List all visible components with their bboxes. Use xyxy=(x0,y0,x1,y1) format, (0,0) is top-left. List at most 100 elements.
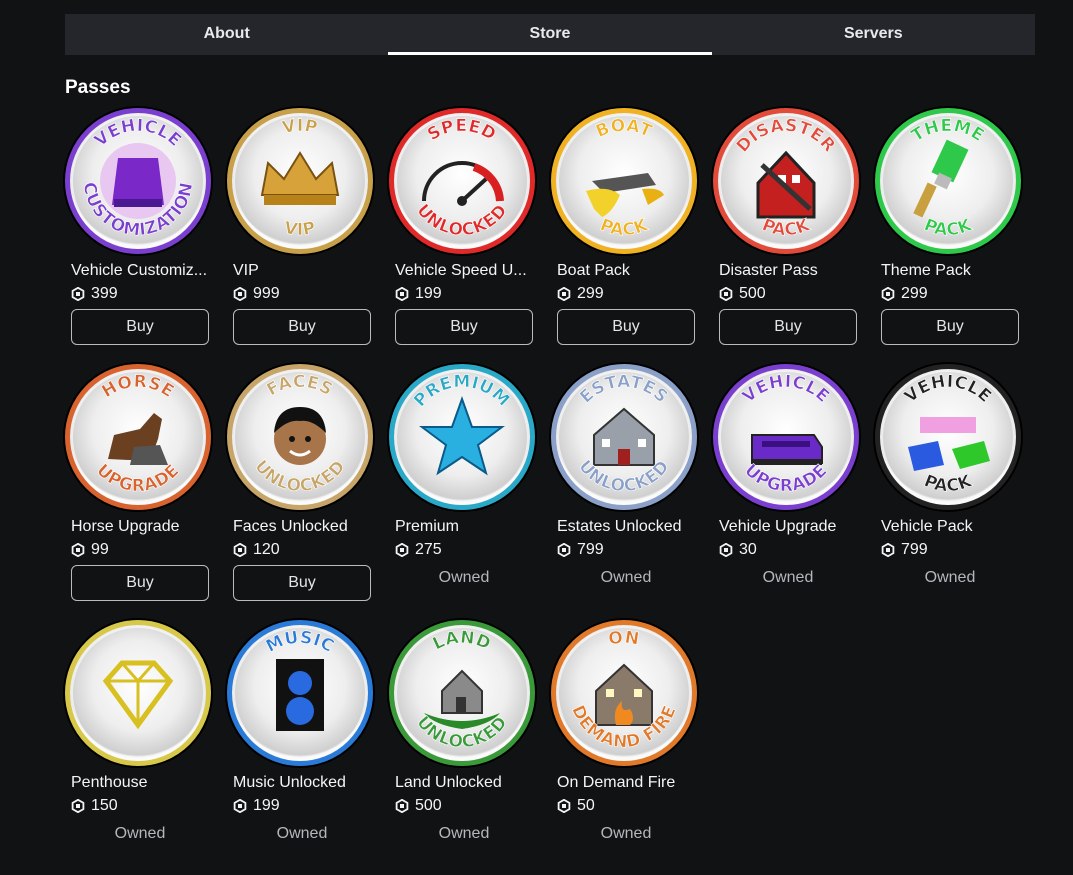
price-row: 399 xyxy=(71,285,118,303)
robux-icon xyxy=(395,543,409,557)
pass-card[interactable]: MUSIC Music Unlocked 199 Owned xyxy=(227,620,377,870)
pass-name[interactable]: Estates Unlocked xyxy=(557,518,695,536)
cars-badge-icon[interactable]: VEHICLE PACK xyxy=(875,364,1021,510)
purple-car-icon: VEHICLE UPGRADE xyxy=(738,371,834,496)
price-row: 500 xyxy=(719,285,766,303)
tab-about[interactable]: About xyxy=(65,14,388,55)
pass-name[interactable]: Penthouse xyxy=(71,774,209,792)
robux-icon xyxy=(233,799,247,813)
price-value: 500 xyxy=(739,285,766,302)
robux-icon xyxy=(233,287,247,301)
price-value: 150 xyxy=(91,797,118,814)
robux-icon xyxy=(395,287,409,301)
badge-bottom-text: PACK xyxy=(759,215,813,240)
pass-card[interactable]: ON DEMAND FIRE On Demand Fire 50 Owned xyxy=(551,620,701,870)
purple-car-badge-icon[interactable]: VEHICLE UPGRADE xyxy=(713,364,859,510)
price-row: 120 xyxy=(233,541,280,559)
tab-servers[interactable]: Servers xyxy=(712,14,1035,55)
purple-cup-badge-icon[interactable]: VEHICLE CUSTOMIZATION xyxy=(65,108,211,254)
face-badge-icon[interactable]: FACES UNLOCKED xyxy=(227,364,373,510)
pass-card[interactable]: LAND UNLOCKED Land Unlocked 500 Owned xyxy=(389,620,539,870)
pass-name[interactable]: Theme Pack xyxy=(881,262,1019,280)
pass-card[interactable]: VIP VIP VIP 999 Buy xyxy=(227,108,377,358)
pass-name[interactable]: Land Unlocked xyxy=(395,774,533,792)
island-house-badge-icon[interactable]: LAND UNLOCKED xyxy=(389,620,535,766)
mansion-badge-icon[interactable]: ESTATES UNLOCKED xyxy=(551,364,697,510)
price-row: 275 xyxy=(395,541,442,559)
buy-button[interactable]: Buy xyxy=(395,309,533,345)
pass-card[interactable]: DISASTER PACK Disaster Pass 500 Buy xyxy=(713,108,863,358)
badge-bottom-text: UNLOCKED xyxy=(412,713,511,753)
pass-card[interactable]: THEME PACK Theme Pack 299 Buy xyxy=(875,108,1025,358)
pass-card[interactable]: SPEED UNLOCKED Vehicle Speed U... 199 Buy xyxy=(389,108,539,358)
broken-house-icon: DISASTER PACK xyxy=(732,115,840,240)
speedometer-icon: SPEED UNLOCKED xyxy=(412,116,512,241)
pass-name[interactable]: On Demand Fire xyxy=(557,774,695,792)
badge-top-text: DISASTER xyxy=(733,116,840,157)
price-row: 299 xyxy=(881,285,928,303)
speaker-icon: MUSIC xyxy=(263,627,338,731)
buy-button[interactable]: Buy xyxy=(71,565,209,601)
owned-label: Owned xyxy=(600,825,652,842)
speaker-badge-icon[interactable]: MUSIC xyxy=(227,620,373,766)
price-value: 799 xyxy=(577,541,604,558)
owned-label: Owned xyxy=(438,825,490,842)
speedometer-badge-icon[interactable]: SPEED UNLOCKED xyxy=(389,108,535,254)
price-value: 50 xyxy=(577,797,595,814)
house-fire-badge-icon[interactable]: ON DEMAND FIRE xyxy=(551,620,697,766)
pass-name[interactable]: Disaster Pass xyxy=(719,262,857,280)
buy-button[interactable]: Buy xyxy=(719,309,857,345)
pass-card[interactable]: VEHICLE UPGRADE Vehicle Upgrade 30 Owned xyxy=(713,364,863,614)
pass-card[interactable]: HORSE UPGRADE Horse Upgrade 99 Buy xyxy=(65,364,215,614)
price-value: 199 xyxy=(253,797,280,814)
robux-icon xyxy=(557,287,571,301)
pass-name[interactable]: Boat Pack xyxy=(557,262,695,280)
buy-button[interactable]: Buy xyxy=(881,309,1019,345)
pass-name[interactable]: Vehicle Customiz... xyxy=(71,262,209,280)
buy-button[interactable]: Buy xyxy=(233,309,371,345)
badge-top-text: VEHICLE xyxy=(739,372,834,407)
price-row: 799 xyxy=(881,541,928,559)
pass-name[interactable]: Horse Upgrade xyxy=(71,518,209,536)
buy-button[interactable]: Buy xyxy=(557,309,695,345)
pass-card[interactable]: Penthouse 150 Owned xyxy=(65,620,215,870)
pass-card[interactable]: VEHICLE CUSTOMIZATION Vehicle Customiz..… xyxy=(65,108,215,358)
house-fire-icon: ON DEMAND FIRE xyxy=(567,627,681,752)
crown-badge-icon[interactable]: VIP VIP xyxy=(227,108,373,254)
pass-name[interactable]: VIP xyxy=(233,262,371,280)
robux-icon xyxy=(71,799,85,813)
diamond-badge-icon[interactable] xyxy=(65,620,211,766)
buy-button[interactable]: Buy xyxy=(233,565,371,601)
boat-badge-icon[interactable]: BOAT PACK xyxy=(551,108,697,254)
owned-label: Owned xyxy=(276,825,328,842)
star-badge-icon[interactable]: PREMIUM xyxy=(389,364,535,510)
price-value: 799 xyxy=(901,541,928,558)
pass-name[interactable]: Music Unlocked xyxy=(233,774,371,792)
badge-bottom-text: PACK xyxy=(597,215,651,240)
horse-badge-icon[interactable]: HORSE UPGRADE xyxy=(65,364,211,510)
horse-icon: HORSE UPGRADE xyxy=(92,371,183,496)
badge-top-text: MUSIC xyxy=(263,628,338,657)
buy-button[interactable]: Buy xyxy=(71,309,209,345)
badge-bottom-text: UPGRADE xyxy=(740,460,831,496)
tab-store[interactable]: Store xyxy=(388,14,712,55)
price-value: 299 xyxy=(577,285,604,302)
pass-name[interactable]: Faces Unlocked xyxy=(233,518,371,536)
badge-top-text: SPEED xyxy=(424,116,499,145)
pass-name[interactable]: Vehicle Pack xyxy=(881,518,1019,536)
pass-card[interactable]: FACES UNLOCKED Faces Unlocked 120 Buy xyxy=(227,364,377,614)
pass-card[interactable]: VEHICLE PACK Vehicle Pack 799 Owned xyxy=(875,364,1025,614)
price-row: 799 xyxy=(557,541,604,559)
paint-brush-icon: THEME PACK xyxy=(908,116,988,241)
pass-card[interactable]: PREMIUM Premium 275 Owned xyxy=(389,364,539,614)
pass-card[interactable]: BOAT PACK Boat Pack 299 Buy xyxy=(551,108,701,358)
broken-house-badge-icon[interactable]: DISASTER PACK xyxy=(713,108,859,254)
pass-card[interactable]: ESTATES UNLOCKED Estates Unlocked 799 Owne… xyxy=(551,364,701,614)
pass-name[interactable]: Premium xyxy=(395,518,533,536)
paint-brush-badge-icon[interactable]: THEME PACK xyxy=(875,108,1021,254)
price-row: 50 xyxy=(557,797,595,815)
mansion-icon: ESTATES UNLOCKED xyxy=(574,372,674,497)
pass-name[interactable]: Vehicle Speed U... xyxy=(395,262,533,280)
pass-name[interactable]: Vehicle Upgrade xyxy=(719,518,857,536)
price-row: 199 xyxy=(395,285,442,303)
